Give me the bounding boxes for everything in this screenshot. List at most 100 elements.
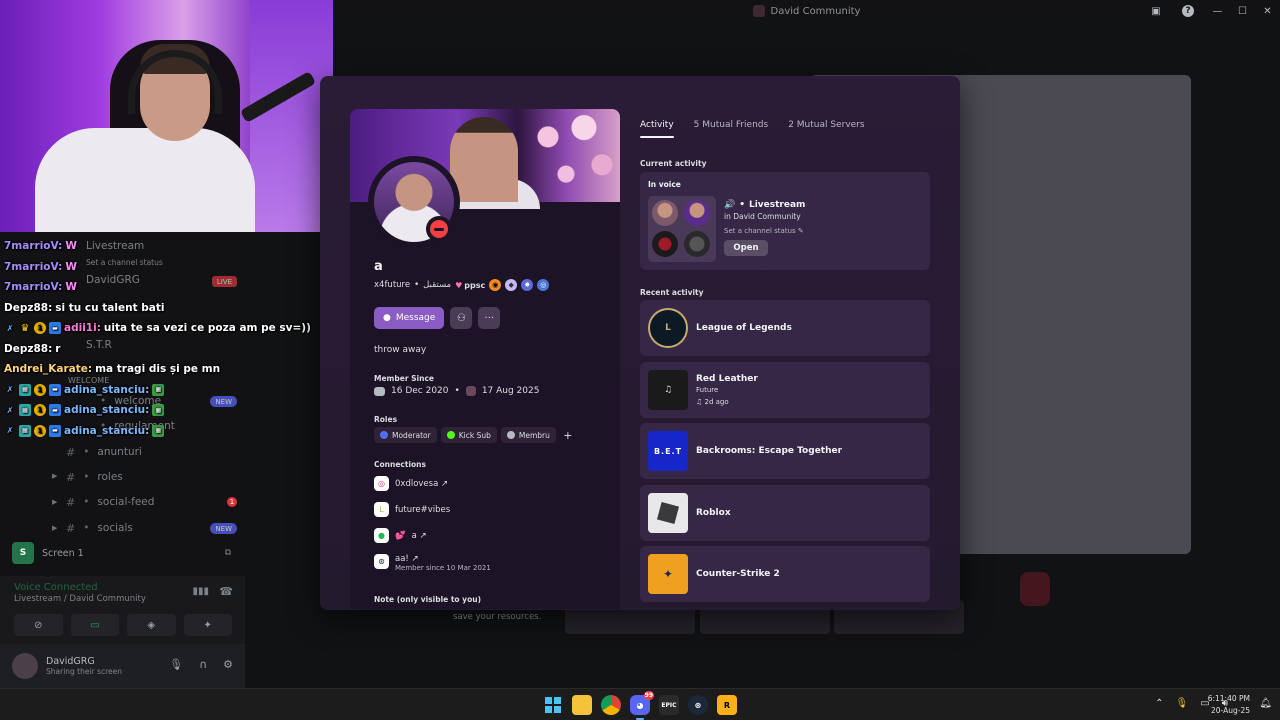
connection-spotify[interactable]: ● 💕 a ↗ bbox=[374, 528, 427, 543]
chat-message: ✗ ▦ 1 ▬ adina_stanciu: ▦ bbox=[4, 400, 165, 420]
note-heading: Note (only visible to you) bbox=[374, 595, 481, 604]
member-since-heading: Member Since bbox=[374, 374, 434, 383]
popout-icon[interactable]: ⧉ bbox=[225, 548, 231, 558]
add-friend-button[interactable]: ⚇ bbox=[450, 307, 473, 329]
channel-roles[interactable]: # • roles bbox=[66, 467, 123, 487]
sword-badge-icon: ✗ bbox=[6, 323, 14, 333]
camera-off-button[interactable]: ⊘ bbox=[14, 614, 63, 636]
windows-start-icon[interactable] bbox=[543, 695, 563, 715]
chat-text: si tu cu talent bati bbox=[55, 301, 165, 314]
pencil-icon: ✎ bbox=[797, 227, 804, 235]
chat-text: r bbox=[55, 342, 61, 355]
chrome-icon[interactable] bbox=[601, 695, 621, 715]
message-button[interactable]: ● Message bbox=[374, 307, 445, 329]
clock[interactable]: 6:11:40 PM 20-Aug-25 bbox=[1208, 693, 1250, 717]
music-note-icon: ♫ bbox=[696, 398, 703, 406]
chat-text: W bbox=[65, 260, 77, 273]
participant-avatar bbox=[1020, 572, 1050, 606]
clan-tag[interactable]: ♥ ppsc bbox=[455, 281, 485, 290]
mic-icon[interactable]: 🎙︎ bbox=[169, 658, 183, 671]
connection-instagram[interactable]: ◎ 0xdlovesa ↗ bbox=[374, 476, 448, 491]
title-bar: David Community ▣ ? — ☐ ✕ bbox=[333, 0, 1280, 22]
chat-text: uita te sa vezi ce poza am pe sv=)) bbox=[103, 322, 311, 334]
league-icon: L bbox=[374, 502, 389, 517]
activity-button[interactable]: ◈ bbox=[127, 614, 176, 636]
roblox-icon bbox=[648, 493, 688, 533]
chevron-right-icon[interactable]: ▶ bbox=[52, 472, 57, 480]
chat-message: Depz88: r bbox=[4, 339, 60, 359]
connections-heading: Connections bbox=[374, 460, 426, 469]
channel-anunturi[interactable]: # • anunturi bbox=[66, 442, 142, 462]
chevron-right-icon[interactable]: ▶ bbox=[52, 498, 57, 506]
connection-league[interactable]: L future#vibes bbox=[374, 502, 450, 517]
activity-card[interactable]: B.E.T Backrooms: Escape Together bbox=[640, 423, 930, 479]
emote-icon: ▦ bbox=[152, 383, 165, 396]
chat-text: ma tragi dis și pe mn bbox=[95, 363, 221, 375]
tier-badge-icon: 1 bbox=[34, 424, 46, 437]
role-pill[interactable]: Moderator bbox=[374, 427, 437, 443]
close-button[interactable]: ✕ bbox=[1255, 0, 1280, 22]
notification-bell-icon[interactable]: 🔔︎ bbox=[1259, 698, 1272, 709]
steam-icon[interactable]: ⊛ bbox=[688, 695, 708, 715]
connection-steam[interactable]: ⊛ aa! ↗ Member since 10 Mar 2021 bbox=[374, 554, 491, 572]
user-panel[interactable]: DavidGRG Sharing their screen 🎙︎ ∩ ⚙ bbox=[0, 644, 245, 688]
signal-icon[interactable]: ▮▮▮ bbox=[192, 586, 209, 597]
activity-card[interactable]: L League of Legends bbox=[640, 300, 930, 356]
profile-modal: a x4future • مستقبل ♥ ppsc ◉ ◆ ✸ ◎ ● Mess… bbox=[320, 76, 960, 610]
rockstar-icon[interactable]: R bbox=[717, 695, 737, 715]
username[interactable]: x4future bbox=[374, 280, 410, 290]
server-icon bbox=[465, 386, 476, 396]
mic-icon[interactable]: 🎙︎ bbox=[1176, 698, 1189, 709]
user-plus-icon: ⚇ bbox=[456, 312, 466, 324]
role-pill[interactable]: Kick Sub bbox=[440, 427, 497, 443]
nitro-badge-icon[interactable]: ◆ bbox=[505, 279, 518, 291]
emote-icon: ▦ bbox=[152, 424, 165, 437]
boost-badge-icon[interactable]: ◉ bbox=[489, 279, 502, 291]
inbox-icon[interactable]: ▣ bbox=[1148, 3, 1164, 19]
webcam-overlay bbox=[0, 0, 333, 232]
arabic-tag: مستقبل bbox=[423, 280, 452, 290]
add-role-button[interactable]: + bbox=[560, 427, 576, 443]
steam-icon: ⊛ bbox=[374, 554, 389, 569]
tier-badge-icon: 1 bbox=[34, 383, 46, 396]
user-status: Sharing their screen bbox=[46, 667, 122, 676]
profile-card: a x4future • مستقبل ♥ ppsc ◉ ◆ ✸ ◎ ● Mess… bbox=[350, 109, 620, 609]
tab-mutual-servers[interactable]: 2 Mutual Servers bbox=[788, 120, 864, 138]
discord-logo-icon bbox=[374, 386, 385, 396]
sword-badge-icon: ✗ bbox=[6, 405, 14, 415]
soundboard-button[interactable]: ✦ bbox=[183, 614, 232, 636]
disconnect-icon[interactable]: ☎ bbox=[219, 585, 233, 598]
file-explorer-icon[interactable] bbox=[572, 695, 592, 715]
minimize-button[interactable]: — bbox=[1205, 0, 1230, 22]
counter-strike-icon: ✦ bbox=[648, 554, 688, 594]
avatar bbox=[684, 231, 710, 257]
headphones-icon[interactable]: ∩ bbox=[199, 658, 207, 671]
channel-socials[interactable]: # • socials bbox=[66, 518, 133, 538]
quest-badge-icon[interactable]: ✸ bbox=[521, 279, 534, 291]
chevron-up-icon[interactable]: ⌃ bbox=[1155, 698, 1163, 709]
screen-share-row[interactable]: S Screen 1 ⧉ bbox=[0, 538, 245, 568]
avatar[interactable] bbox=[12, 653, 38, 679]
channel-social-feed[interactable]: # • social-feed bbox=[66, 492, 154, 512]
role-pill[interactable]: Membru bbox=[500, 427, 556, 443]
hypesquad-badge-icon[interactable]: ◎ bbox=[537, 279, 550, 291]
screen-share-button[interactable]: ▭ bbox=[70, 614, 119, 636]
tab-activity[interactable]: Activity bbox=[640, 120, 674, 138]
activity-card[interactable]: ♫ Red Leather Future ♫ 2d ago bbox=[640, 362, 930, 418]
epic-games-icon[interactable]: EPIC bbox=[659, 695, 679, 715]
maximize-button[interactable]: ☐ bbox=[1230, 0, 1255, 22]
chat-nick: 7marrioV: bbox=[4, 260, 63, 273]
gear-icon[interactable]: ⚙ bbox=[223, 658, 233, 671]
help-icon[interactable]: ? bbox=[1180, 3, 1196, 19]
channel-status-prompt[interactable]: Set a channel status ✎ bbox=[724, 227, 805, 235]
voice-avatars bbox=[648, 196, 716, 262]
chevron-right-icon[interactable]: ▶ bbox=[52, 524, 57, 532]
activity-card[interactable]: Roblox bbox=[640, 485, 930, 541]
open-button[interactable]: Open bbox=[724, 240, 768, 256]
activity-card[interactable]: ✦ Counter-Strike 2 bbox=[640, 546, 930, 602]
chat-message: ✗ ▦ 1 ▬ adina_stanciu: ▦ bbox=[4, 380, 165, 400]
chat-message: 7marrioV: W bbox=[4, 277, 77, 297]
more-button[interactable]: ··· bbox=[478, 307, 501, 329]
tab-mutual-friends[interactable]: 5 Mutual Friends bbox=[694, 120, 769, 138]
discord-icon[interactable]: ◕ 99 bbox=[630, 691, 654, 720]
